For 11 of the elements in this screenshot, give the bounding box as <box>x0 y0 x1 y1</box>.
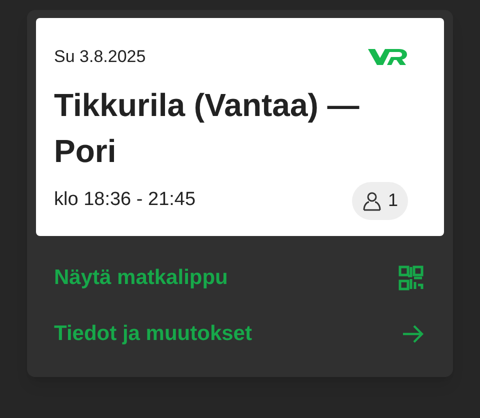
arrow-right-icon <box>402 324 424 344</box>
passenger-count: 1 <box>388 189 398 212</box>
action-link[interactable]: Tiedot ja muutokset <box>54 318 252 350</box>
action-link[interactable]: Näytä matkalippu <box>54 262 228 294</box>
qr-code-icon <box>398 265 424 291</box>
route-title: Tikkurila (Vantaa) — Pori <box>54 86 360 170</box>
date-text: Su 3.8.2025 <box>54 46 146 68</box>
ticket-card[interactable]: Su 3.8.2025 Tikkurila (Vantaa) — Pori klo 18:36 - 21:45 1 <box>36 18 444 236</box>
time-text: klo 18:36 - 21:45 <box>54 188 196 212</box>
logo-icon <box>368 48 408 66</box>
person-icon <box>362 190 382 210</box>
